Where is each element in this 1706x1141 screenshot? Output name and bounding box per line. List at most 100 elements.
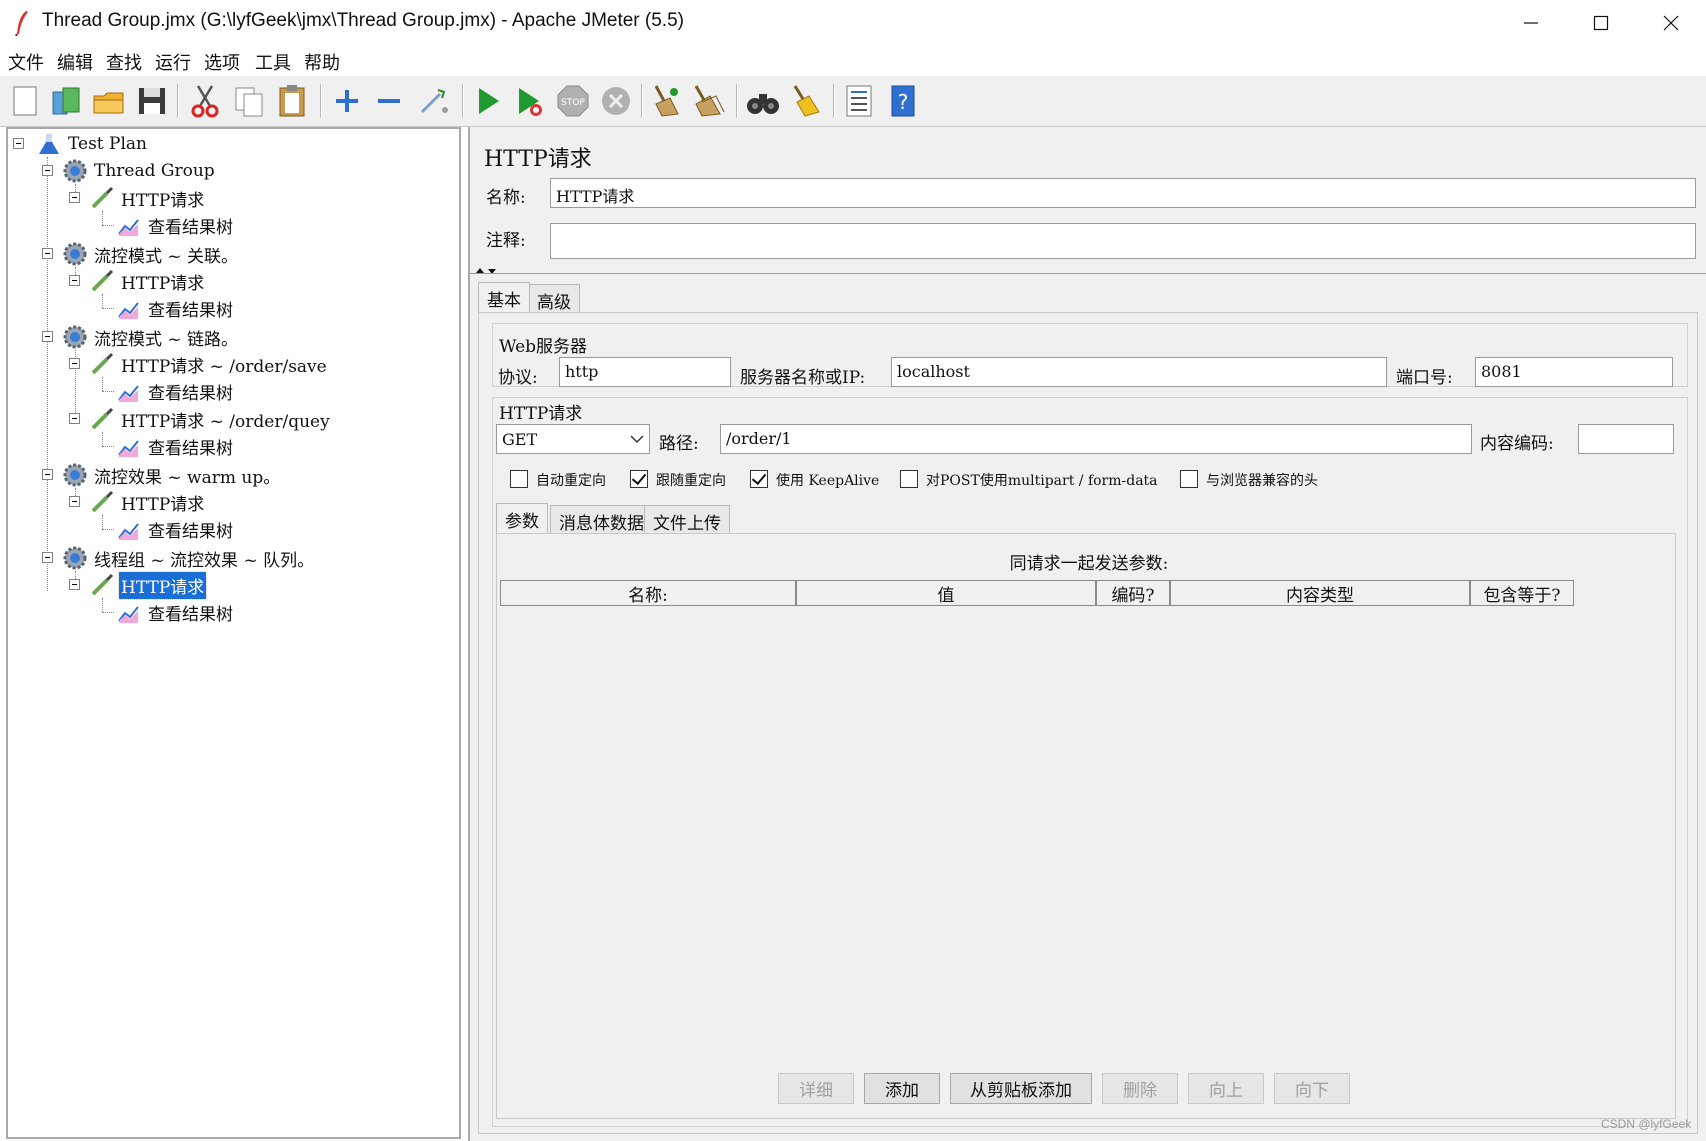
menu-file[interactable]: 文件 <box>6 49 46 75</box>
menu-tools[interactable]: 工具 <box>253 49 293 75</box>
comment-label: 注释: <box>486 231 526 251</box>
tree-item-thread-group[interactable]: 流控模式 ~ 关联。 <box>62 241 240 267</box>
save-icon <box>139 88 165 114</box>
collapse-all-button[interactable] <box>370 82 408 120</box>
tree-toggle[interactable] <box>69 192 80 203</box>
window-title: Thread Group.jmx (G:\lyfGeek\jmx\Thread … <box>42 10 684 31</box>
move-up-button[interactable]: 向上 <box>1188 1073 1264 1104</box>
tree-item-view-results-tree[interactable]: 查看结果树 <box>116 516 235 542</box>
tree-item-http-request-selected[interactable]: HTTP请求 <box>89 570 208 600</box>
delete-button[interactable]: 删除 <box>1102 1073 1178 1104</box>
search-button[interactable] <box>744 82 782 120</box>
tree-toggle[interactable] <box>69 358 80 369</box>
method-select[interactable]: GET <box>496 424 650 454</box>
tab-body-data[interactable]: 消息体数据 <box>550 505 653 534</box>
tree-toggle[interactable] <box>42 552 53 563</box>
follow-redirects-checkbox[interactable] <box>630 470 648 488</box>
tab-basic[interactable]: 基本 <box>478 282 530 312</box>
parameters-table-body[interactable] <box>500 606 1574 1076</box>
tree-item-http-request[interactable]: HTTP请求 <box>89 185 206 211</box>
add-from-clipboard-button[interactable]: 从剪贴板添加 <box>950 1073 1092 1104</box>
help-button[interactable]: ? <box>884 82 922 120</box>
tree-toggle[interactable] <box>69 413 80 424</box>
minimize-button[interactable] <box>1496 0 1566 46</box>
name-input[interactable]: HTTP请求 <box>550 178 1696 208</box>
column-name[interactable]: 名称: <box>500 580 796 606</box>
tree-item-http-request[interactable]: HTTP请求 ~ /order/quey <box>89 406 332 432</box>
clear-all-button[interactable] <box>690 82 728 120</box>
column-include-equals[interactable]: 包含等于? <box>1470 580 1574 606</box>
toggle-button[interactable] <box>414 82 452 120</box>
move-down-button[interactable]: 向下 <box>1274 1073 1350 1104</box>
multipart-label: 对POST使用multipart / form-data <box>926 473 1158 489</box>
add-button[interactable]: 添加 <box>864 1073 940 1104</box>
tree-item-http-request[interactable]: HTTP请求 ~ /order/save <box>89 351 329 377</box>
tree-toggle[interactable] <box>69 275 80 286</box>
tree-item-http-request[interactable]: HTTP请求 <box>89 489 206 515</box>
tree-item-thread-group[interactable]: 流控效果 ~ warm up。 <box>62 462 282 488</box>
shutdown-button[interactable] <box>597 82 635 120</box>
clear-button[interactable] <box>648 82 686 120</box>
expand-all-button[interactable] <box>328 82 366 120</box>
protocol-input[interactable]: http <box>559 357 731 387</box>
menu-run[interactable]: 运行 <box>153 49 193 75</box>
reset-search-button[interactable] <box>787 82 825 120</box>
tree-item-http-request[interactable]: HTTP请求 <box>89 268 206 294</box>
start-button[interactable] <box>468 82 506 120</box>
tree-toggle[interactable] <box>13 138 24 149</box>
menu-search[interactable]: 查找 <box>104 49 144 75</box>
maximize-button[interactable] <box>1566 0 1636 46</box>
column-encode[interactable]: 编码? <box>1096 580 1170 606</box>
save-button[interactable] <box>133 82 171 120</box>
tree-label: Thread Group <box>94 161 215 181</box>
tree-item-thread-group[interactable]: 线程组 ~ 流控效果 ~ 队列。 <box>62 545 316 571</box>
menu-edit[interactable]: 编辑 <box>55 49 95 75</box>
tree-item-thread-group[interactable]: Thread Group <box>62 158 217 184</box>
port-input[interactable]: 8081 <box>1475 357 1673 387</box>
templates-button[interactable] <box>47 82 85 120</box>
gear-icon <box>63 325 87 349</box>
menu-options[interactable]: 选项 <box>202 49 242 75</box>
pipette-icon <box>91 407 114 430</box>
function-helper-button[interactable] <box>840 82 878 120</box>
open-button[interactable] <box>90 82 128 120</box>
multipart-checkbox[interactable] <box>900 470 918 488</box>
tree-item-view-results-tree[interactable]: 查看结果树 <box>116 378 235 404</box>
tree-label: 流控模式 ~ 关联。 <box>94 246 239 267</box>
auto-redirect-checkbox[interactable] <box>510 470 528 488</box>
browser-headers-checkbox[interactable] <box>1180 470 1198 488</box>
copy-button[interactable] <box>230 82 268 120</box>
tree-item-view-results-tree[interactable]: 查看结果树 <box>116 433 235 459</box>
tree-toggle[interactable] <box>42 469 53 480</box>
start-no-pauses-button[interactable] <box>510 82 548 120</box>
tree-item-thread-group[interactable]: 流控模式 ~ 链路。 <box>62 324 240 350</box>
menu-help[interactable]: 帮助 <box>302 49 342 75</box>
close-button[interactable] <box>1636 0 1706 46</box>
tree-item-view-results-tree[interactable]: 查看结果树 <box>116 295 235 321</box>
tree-toggle[interactable] <box>42 248 53 259</box>
keepalive-checkbox[interactable] <box>750 470 768 488</box>
column-value[interactable]: 值 <box>796 580 1096 606</box>
server-input[interactable]: localhost <box>891 357 1387 387</box>
new-button[interactable] <box>6 82 44 120</box>
tree-toggle[interactable] <box>69 496 80 507</box>
tab-parameters[interactable]: 参数 <box>496 503 548 533</box>
paste-button[interactable] <box>273 82 311 120</box>
tree-toggle[interactable] <box>42 165 53 176</box>
detail-button[interactable]: 详细 <box>778 1073 854 1104</box>
comment-input[interactable] <box>550 223 1696 259</box>
chart-icon <box>118 606 139 623</box>
tree-toggle[interactable] <box>42 331 53 342</box>
path-input[interactable]: /order/1 <box>720 424 1472 454</box>
stop-icon: STOP <box>557 85 589 117</box>
tree-item-view-results-tree[interactable]: 查看结果树 <box>116 212 235 238</box>
column-content-type[interactable]: 内容类型 <box>1170 580 1470 606</box>
encoding-input[interactable] <box>1578 424 1674 454</box>
tree-item-test-plan[interactable]: Test Plan <box>36 131 149 157</box>
stop-button[interactable]: STOP <box>554 82 592 120</box>
tab-advanced[interactable]: 高级 <box>528 284 580 313</box>
tree-toggle[interactable] <box>69 579 80 590</box>
tab-file-upload[interactable]: 文件上传 <box>644 505 730 534</box>
cut-button[interactable] <box>186 82 224 120</box>
tree-item-view-results-tree[interactable]: 查看结果树 <box>116 599 235 625</box>
